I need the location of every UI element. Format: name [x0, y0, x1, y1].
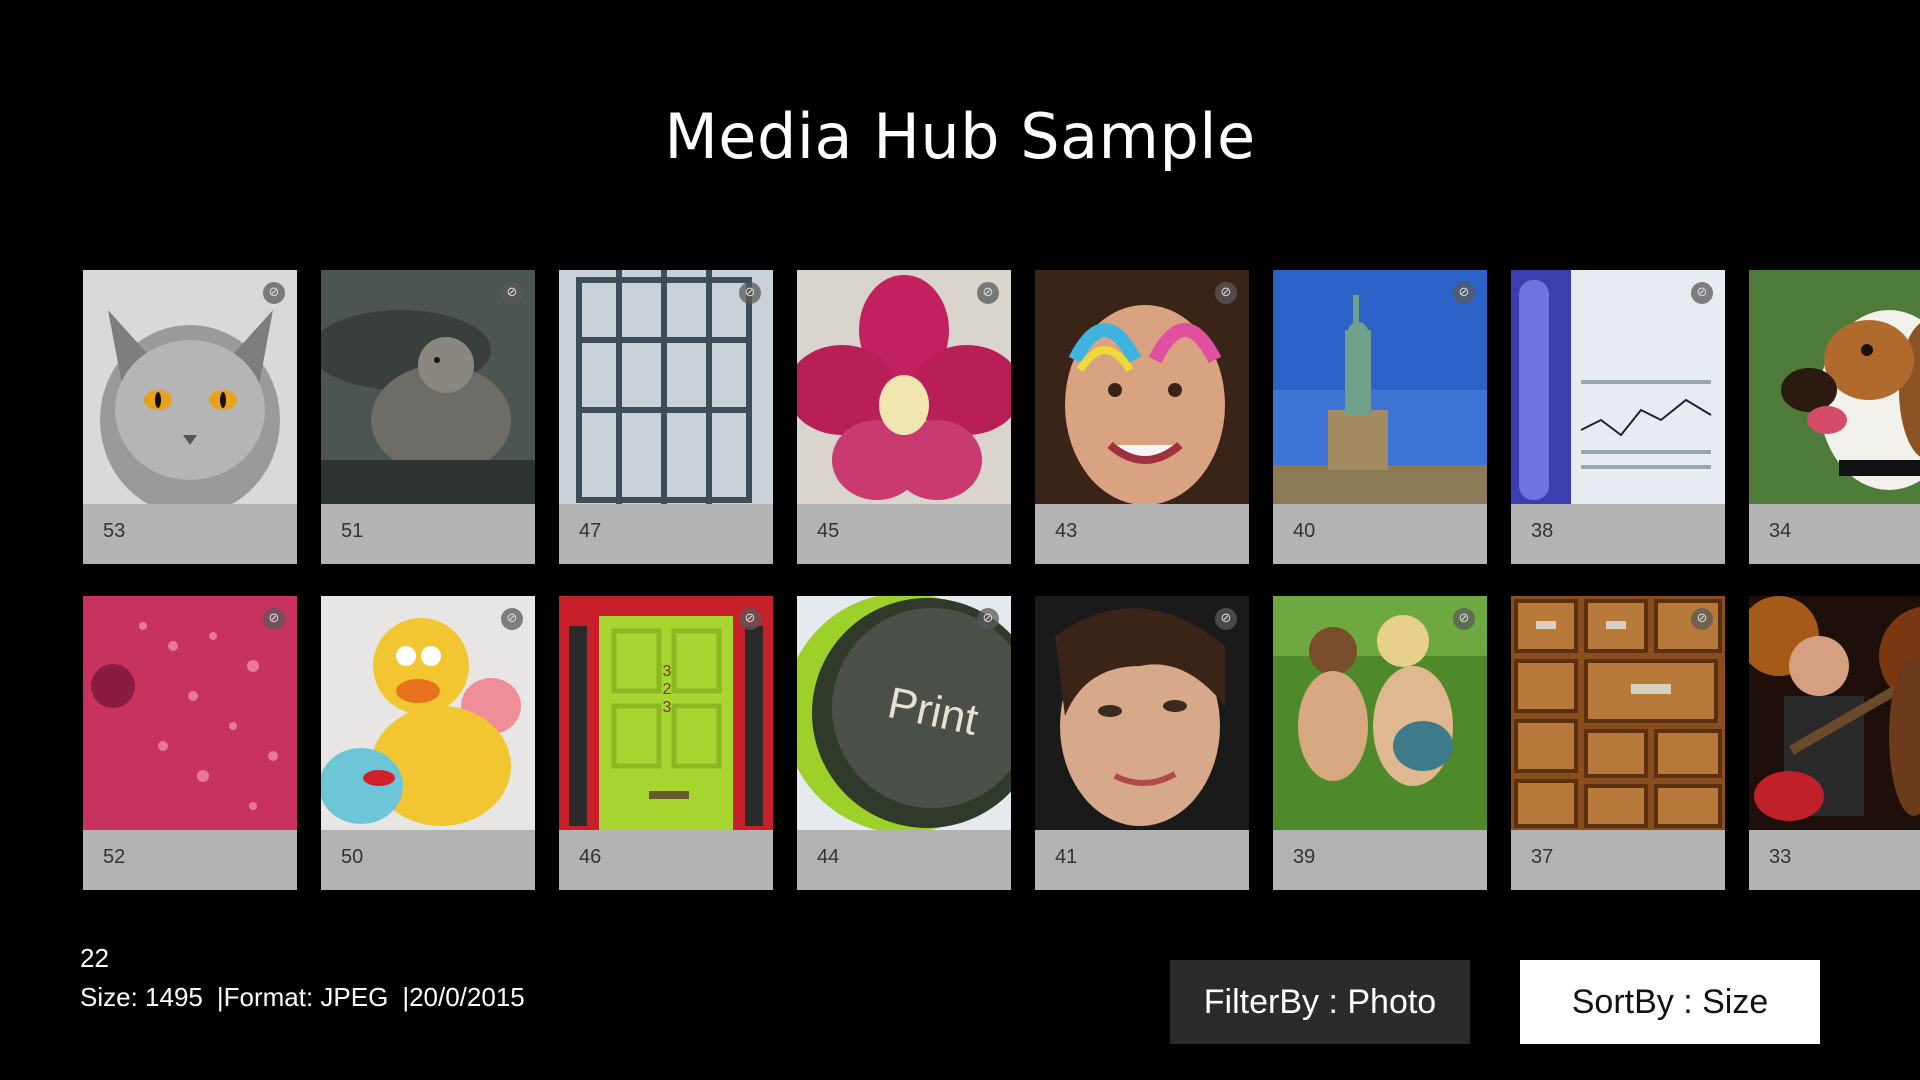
photo-type-icon: ⊘ [1691, 282, 1713, 304]
media-thumbnail [797, 270, 1011, 504]
media-thumbnail: Print [797, 596, 1011, 830]
media-tile[interactable]: Print ⊘ 44 [797, 596, 1011, 890]
media-thumbnail [1511, 596, 1725, 830]
media-tile-label: 50 [341, 846, 364, 868]
selected-item-info: 22 Size: 1495 |Format: JPEG |20/0/2015 [80, 943, 525, 1013]
item-format: |Format: JPEG [216, 982, 389, 1012]
media-tile-label: 43 [1055, 520, 1078, 542]
selected-item-count: 22 [80, 943, 109, 973]
media-tile-label: 46 [579, 846, 602, 868]
photo-type-icon: ⊘ [739, 608, 761, 630]
media-tile[interactable]: ⊘ 50 [321, 596, 535, 890]
media-thumbnail [321, 596, 535, 830]
media-tile-label: 51 [341, 520, 364, 542]
media-thumbnail [1511, 270, 1725, 504]
media-tile[interactable]: ⊘ 53 [83, 270, 297, 564]
media-tile[interactable]: 3 2 3 ⊘ 46 [559, 596, 773, 890]
photo-type-icon: ⊘ [501, 608, 523, 630]
media-tile-label: 37 [1531, 846, 1554, 868]
photo-type-icon: ⊘ [263, 282, 285, 304]
photo-type-icon: ⊘ [501, 282, 523, 304]
media-thumbnail [83, 270, 297, 504]
media-tile-label: 45 [817, 520, 840, 542]
media-tile[interactable]: ⊘ 39 [1273, 596, 1487, 890]
media-thumbnail: 323 [559, 596, 773, 830]
media-tile-label: 40 [1293, 520, 1316, 542]
photo-type-icon: ⊘ [1453, 608, 1475, 630]
sort-by-button[interactable]: SortBy : Size [1520, 960, 1820, 1044]
photo-type-icon: ⊘ [263, 608, 285, 630]
photo-type-icon: ⊘ [739, 282, 761, 304]
media-tile-label: 33 [1769, 846, 1792, 868]
media-grid: ⊘ 53 ⊘ 51 ⊘ 47 ⊘ 45 ⊘ 43 ⊘ 40 ⊘ 38 34 ⊘ … [83, 270, 1920, 900]
media-tile-label: 39 [1293, 846, 1316, 868]
media-tile[interactable]: ⊘ 51 [321, 270, 535, 564]
media-tile[interactable]: ⊘ 45 [797, 270, 1011, 564]
item-date: |20/0/2015 [402, 982, 525, 1012]
door-number-text: 323 [663, 663, 672, 716]
media-tile-label: 47 [579, 520, 602, 542]
photo-type-icon: ⊘ [1691, 608, 1713, 630]
media-tile[interactable]: ⊘34 [1749, 270, 1920, 564]
media-thumbnail [83, 596, 297, 830]
media-thumbnail [321, 270, 535, 504]
photo-type-icon: ⊘ [977, 608, 999, 630]
photo-type-icon: ⊘ [1215, 608, 1237, 630]
media-tile-label: 44 [817, 846, 840, 868]
media-tile-label: 53 [103, 520, 126, 542]
item-size: Size: 1495 [80, 982, 203, 1012]
media-tile[interactable]: ⊘ 41 [1035, 596, 1249, 890]
media-tile[interactable]: ⊘ 43 [1035, 270, 1249, 564]
media-tile-label: 34 [1769, 520, 1792, 542]
media-tile[interactable]: ⊘ 52 [83, 596, 297, 890]
media-tile-label: 41 [1055, 846, 1078, 868]
photo-type-icon: ⊘ [1453, 282, 1475, 304]
media-thumbnail [1035, 596, 1249, 830]
media-hub-screen: Media Hub Sample ⊘ 53 ⊘ 51 ⊘ 47 ⊘ 45 ⊘ 4… [0, 0, 1920, 1080]
filter-by-button[interactable]: FilterBy : Photo [1170, 960, 1470, 1044]
media-tile[interactable]: ⊘ 38 [1511, 270, 1725, 564]
media-tile[interactable]: ⊘ 37 [1511, 596, 1725, 890]
selected-item-meta: Size: 1495 |Format: JPEG |20/0/2015 [80, 982, 525, 1013]
media-thumbnail [1273, 596, 1487, 830]
media-tile-label: 38 [1531, 520, 1554, 542]
media-tile[interactable]: ⊘ 40 [1273, 270, 1487, 564]
page-title: Media Hub Sample [664, 100, 1256, 173]
media-thumbnail [559, 270, 773, 504]
media-tile-label: 52 [103, 846, 126, 868]
photo-type-icon: ⊘ [977, 282, 999, 304]
photo-type-icon: ⊘ [1215, 282, 1237, 304]
media-thumbnail [1749, 596, 1920, 830]
media-tile[interactable]: ⊘33 [1749, 596, 1920, 890]
media-thumbnail [1273, 270, 1487, 504]
media-thumbnail [1035, 270, 1249, 504]
media-tile[interactable]: ⊘ 47 [559, 270, 773, 564]
media-thumbnail [1749, 270, 1920, 504]
